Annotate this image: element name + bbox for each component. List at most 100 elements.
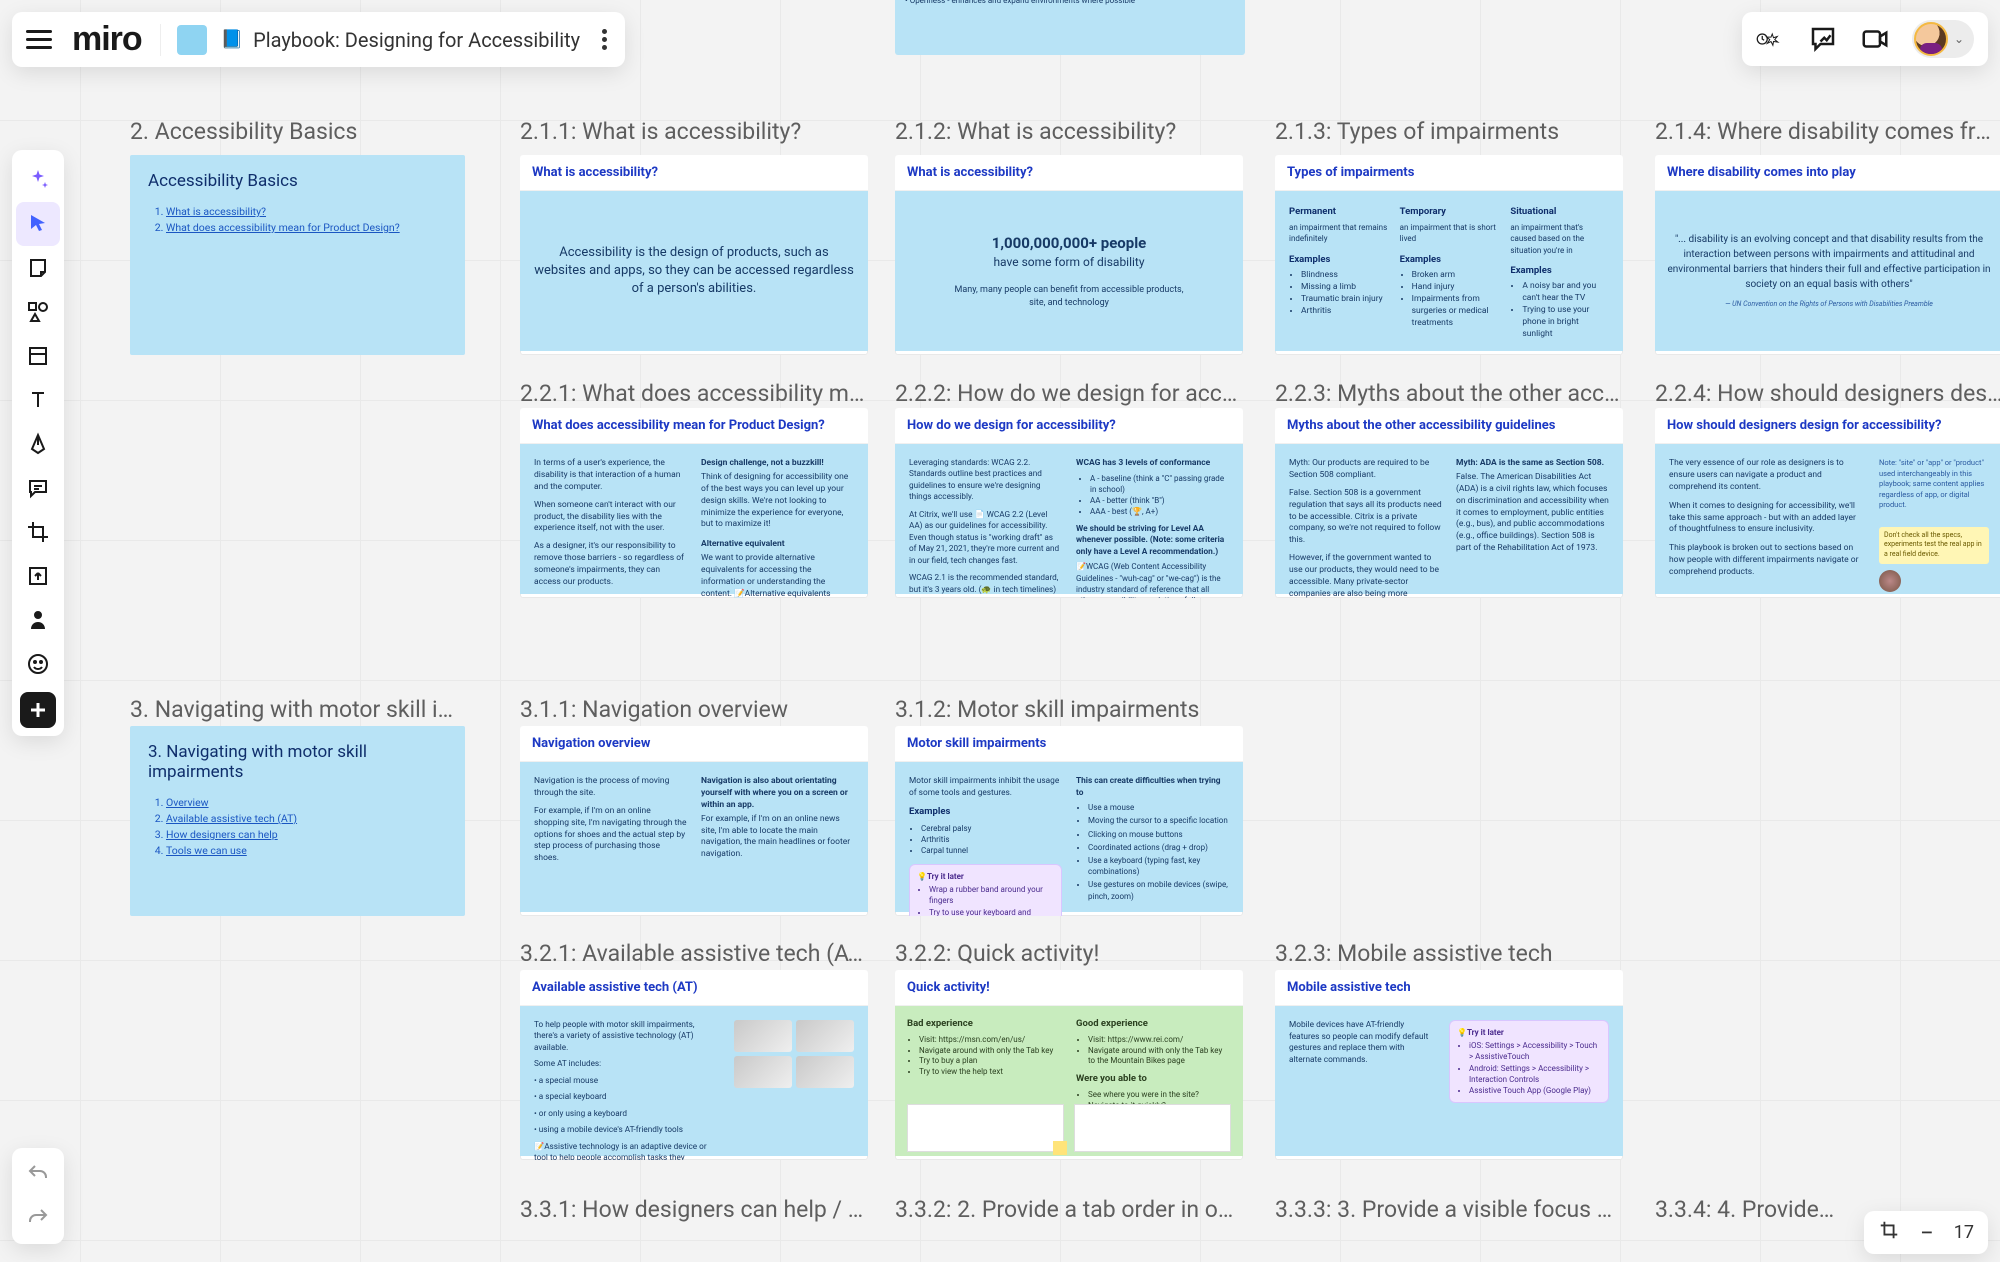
video-icon[interactable] — [1860, 24, 1890, 54]
content-card[interactable]: Quick activity!Bad experienceVisit: http… — [895, 970, 1243, 1160]
content-card[interactable]: Navigation overviewNavigation is the pro… — [520, 726, 868, 916]
card-title: Motor skill impairments — [895, 726, 1243, 762]
main-menu-button[interactable] — [26, 30, 52, 49]
comments-icon[interactable] — [1808, 24, 1838, 54]
frame-heading[interactable]: 2.2.3: Myths about the other acce… — [1275, 380, 1623, 407]
frame-heading[interactable]: 3.2.1: Available assistive tech (AT) — [520, 940, 868, 967]
more-tools-button[interactable] — [20, 692, 56, 728]
frame-crop-tool[interactable] — [16, 510, 60, 554]
frame-heading[interactable]: 3.1.1: Navigation overview — [520, 696, 868, 723]
frame-heading[interactable]: 3.3.3: 3. Provide a visible focus st… — [1275, 1196, 1623, 1223]
card-body: Permanentan impairment that remains inde… — [1275, 191, 1623, 351]
frame-heading[interactable]: 2.1.4: Where disability comes from — [1655, 118, 2000, 145]
frame-link[interactable]: Overview — [166, 796, 447, 809]
image-placeholder — [796, 1020, 854, 1052]
frame-heading[interactable]: 2.1.2: What is accessibility? — [895, 118, 1243, 145]
frame-tool[interactable] — [16, 334, 60, 378]
zoom-controls: − 17 — [1864, 1211, 1988, 1254]
pen-tool[interactable] — [16, 422, 60, 466]
image-grid — [734, 1020, 854, 1088]
frame-link[interactable]: Available assistive tech (AT) — [166, 812, 447, 825]
frame-link[interactable]: What does accessibility mean for Product… — [166, 221, 447, 234]
try-it-later-note[interactable]: 💡Try it lateriOS: Settings > Accessibili… — [1449, 1020, 1609, 1103]
screenshots-row — [907, 1104, 1231, 1152]
frame-heading[interactable]: 3.2.2: Quick activity! — [895, 940, 1243, 967]
content-card[interactable]: What does accessibility mean for Product… — [520, 408, 868, 598]
frame-heading[interactable]: 2.2.2: How do we design for acces… — [895, 380, 1243, 407]
content-card[interactable]: Motor skill impairmentsMotor skill impai… — [895, 726, 1243, 916]
content-card[interactable]: What is accessibility?1,000,000,000+ peo… — [895, 155, 1243, 355]
image-placeholder — [796, 1056, 854, 1088]
zoom-value[interactable]: 17 — [1954, 1222, 1974, 1243]
card-body: Navigation is the process of moving thro… — [520, 762, 868, 912]
miro-logo[interactable]: miro — [72, 20, 142, 59]
frame-heading[interactable]: 2.2.1: What does accessibility mea… — [520, 380, 868, 407]
board-title[interactable]: Playbook: Designing for Accessibility — [253, 28, 580, 52]
top-toolbar-right: ⌄ — [1742, 12, 1988, 66]
board-more-menu-button[interactable] — [598, 25, 611, 54]
text-tool[interactable] — [16, 378, 60, 422]
image-placeholder — [734, 1020, 792, 1052]
card-title: How should designers design for accessib… — [1655, 408, 2000, 444]
frame-heading[interactable]: 3.3.1: How designers can help / 1… — [520, 1196, 868, 1223]
frame-heading[interactable]: 2.1.1: What is accessibility? — [520, 118, 868, 145]
book-icon: 📘 — [221, 29, 243, 50]
frame-heading[interactable]: 3.1.2: Motor skill impairments — [895, 696, 1243, 723]
screenshot — [1074, 1104, 1231, 1152]
frame-heading[interactable]: 3.2.3: Mobile assistive tech — [1275, 940, 1623, 967]
divider — [160, 24, 161, 56]
frame-link-list: What is accessibility? What does accessib… — [148, 205, 447, 234]
card-body: 1,000,000,000+ peoplehave some form of d… — [895, 191, 1243, 351]
content-card[interactable]: Myths about the other accessibility guid… — [1275, 408, 1623, 598]
card-title: Available assistive tech (AT) — [520, 970, 868, 1006]
card-title: How do we design for accessibility? — [895, 408, 1243, 444]
stickers-tool[interactable] — [16, 642, 60, 686]
card-title: What is accessibility? — [520, 155, 868, 191]
frame-link[interactable]: How designers can help — [166, 828, 447, 841]
comment-tool[interactable] — [16, 466, 60, 510]
activities-icon[interactable] — [1756, 24, 1786, 54]
fit-icon[interactable] — [1878, 1219, 1900, 1246]
tool-panel — [12, 150, 64, 736]
board-thumbnail-icon[interactable] — [177, 25, 207, 55]
try-it-later-note[interactable]: 💡Try it laterWrap a rubber band around y… — [909, 864, 1062, 916]
shapes-tool[interactable] — [16, 290, 60, 334]
ai-sparkle-icon[interactable] — [16, 158, 60, 202]
content-card[interactable]: How should designers design for accessib… — [1655, 408, 2000, 598]
sticky-note-tool[interactable] — [16, 246, 60, 290]
persona-tool[interactable] — [16, 598, 60, 642]
select-tool[interactable] — [16, 202, 60, 246]
content-card[interactable]: Available assistive tech (AT)To help peo… — [520, 970, 868, 1160]
board-canvas[interactable]: 2. Accessibility Basics 2.1.1: What is ac… — [0, 0, 2000, 1262]
section-frame[interactable]: 3. Navigating with motor skill impairmen… — [130, 726, 465, 916]
frame-heading[interactable]: 3. Navigating with motor skill imp… — [130, 696, 465, 723]
frame-heading[interactable]: 2. Accessibility Basics — [130, 118, 465, 145]
undo-button[interactable] — [16, 1152, 60, 1196]
frame-link-list: Overview Available assistive tech (AT) How… — [148, 796, 447, 857]
content-card[interactable]: How do we design for accessibility?Lever… — [895, 408, 1243, 598]
undo-redo-panel — [12, 1148, 64, 1244]
frame-link[interactable]: Tools we can use — [166, 844, 447, 857]
frame-heading[interactable]: 2.1.3: Types of impairments — [1275, 118, 1623, 145]
card-body: Myth: Our products are required to be Se… — [1275, 444, 1623, 594]
frame-heading[interactable]: 2.2.4: How should designers design for a… — [1655, 380, 2000, 407]
sticky-note[interactable]: Don't check all the specs, experiments t… — [1879, 527, 1989, 564]
card-title: Myths about the other accessibility guid… — [1275, 408, 1623, 444]
card-body: To help people with motor skill impairme… — [520, 1006, 868, 1156]
card-title: Navigation overview — [520, 726, 868, 762]
card-title: What is accessibility? — [895, 155, 1243, 191]
content-card[interactable]: Types of impairmentsPermanentan impairme… — [1275, 155, 1623, 355]
upload-tool[interactable] — [16, 554, 60, 598]
content-card[interactable]: What is accessibility?Accessibility is t… — [520, 155, 868, 355]
card-title: Where disability comes into play — [1655, 155, 2000, 191]
redo-button[interactable] — [16, 1196, 60, 1240]
card-body: The very essence of our role as designer… — [1655, 444, 2000, 594]
user-avatar — [1914, 22, 1948, 56]
frame-heading[interactable]: 3.3.2: 2. Provide a tab order in ou… — [895, 1196, 1243, 1223]
frame-link[interactable]: What is accessibility? — [166, 205, 447, 218]
user-avatar-menu[interactable]: ⌄ — [1912, 20, 1974, 58]
content-card[interactable]: Mobile assistive techMobile devices have… — [1275, 970, 1623, 1160]
section-frame[interactable]: Accessibility BasicsWhat is accessibilit… — [130, 155, 465, 355]
content-card[interactable]: Where disability comes into play"... dis… — [1655, 155, 2000, 355]
card-title: What does accessibility mean for Product… — [520, 408, 868, 444]
